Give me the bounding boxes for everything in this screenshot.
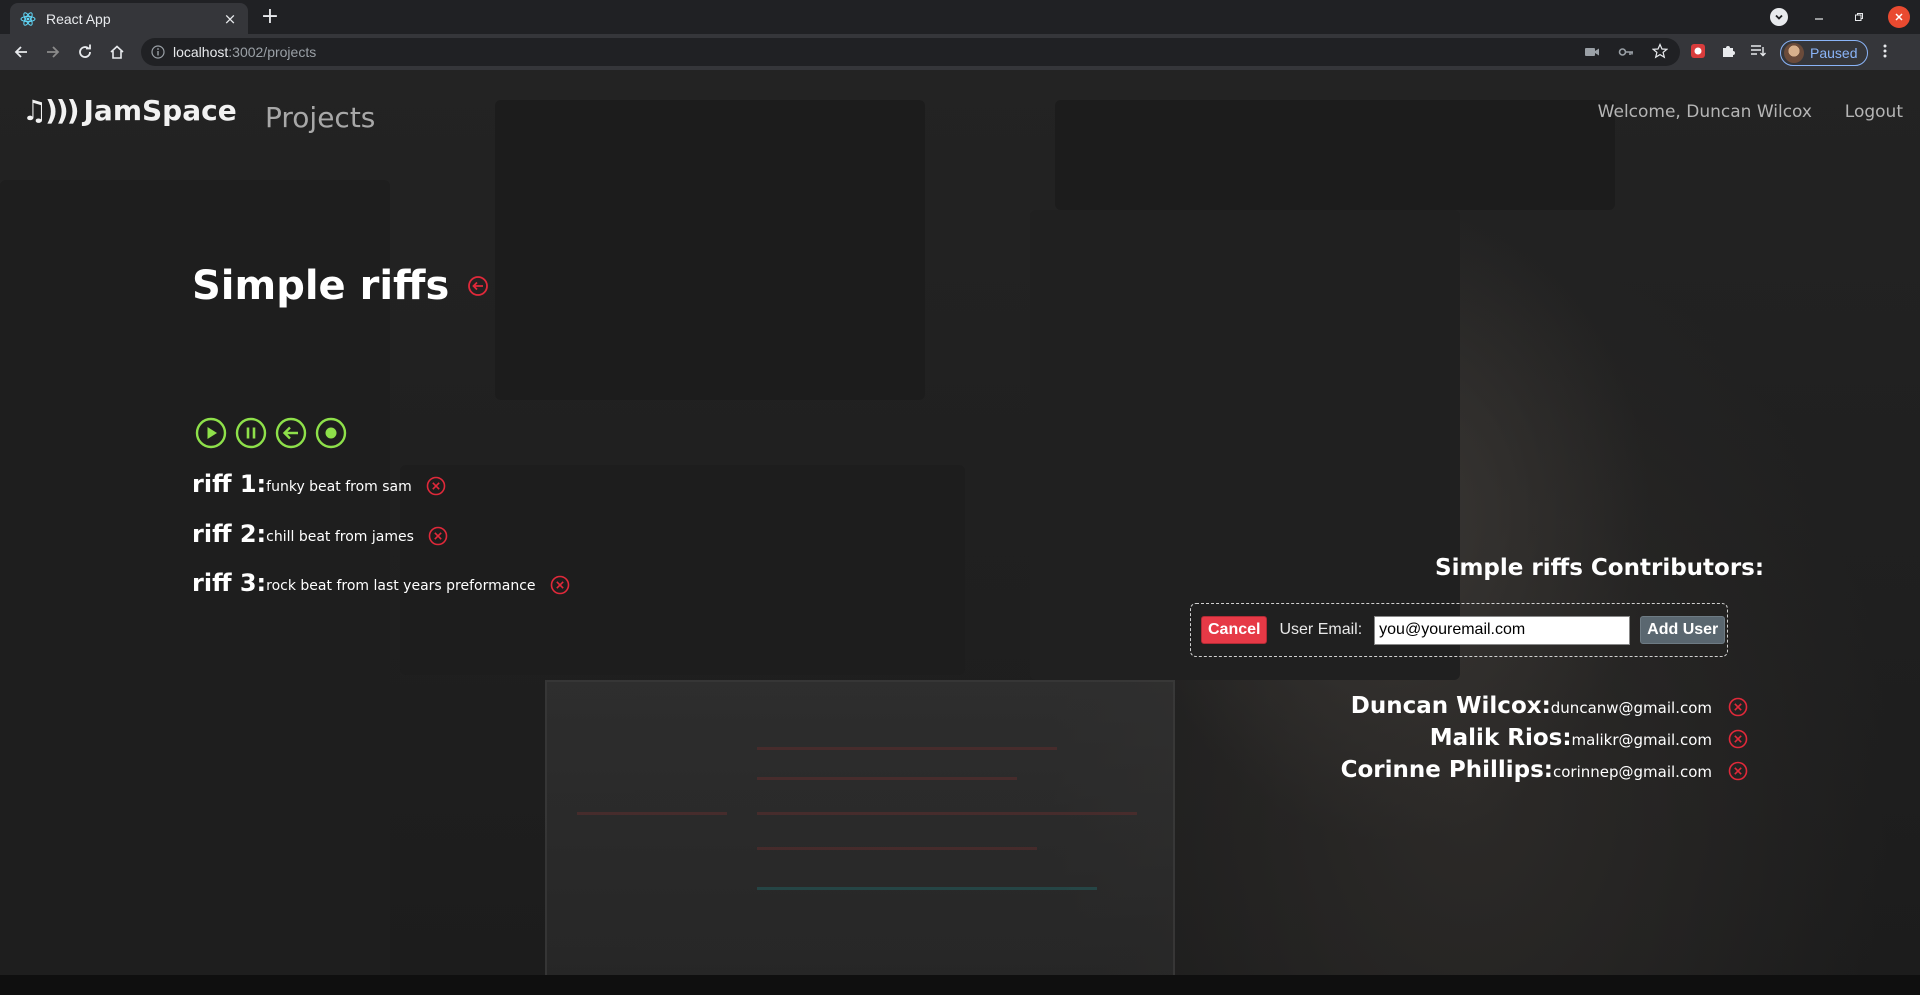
avatar: [1784, 43, 1804, 63]
contributor-name: Corinne Phillips:: [1340, 757, 1553, 783]
bookmark-star-icon[interactable]: [1651, 43, 1669, 63]
logout-link[interactable]: Logout: [1845, 102, 1903, 122]
riff-name: riff 1:: [192, 470, 267, 498]
site-info-icon[interactable]: [151, 45, 165, 59]
forward-arrow-icon[interactable]: [42, 41, 64, 63]
back-arrow-icon[interactable]: [10, 41, 32, 63]
contributor-email: malikr@gmail.com: [1571, 731, 1712, 749]
tab-search-icon[interactable]: [1768, 6, 1790, 28]
rewind-icon[interactable]: [275, 417, 307, 449]
delete-riff-icon[interactable]: [428, 526, 448, 546]
url-path: :3002/projects: [228, 44, 317, 60]
welcome-text: Welcome, Duncan Wilcox: [1597, 102, 1812, 122]
remove-contributor-icon[interactable]: [1728, 729, 1748, 749]
key-icon[interactable]: [1618, 44, 1634, 63]
home-icon[interactable]: [106, 41, 128, 63]
contributor-row: Duncan Wilcox: duncanw@gmail.com: [1350, 693, 1748, 719]
riff-description: chill beat from james: [266, 529, 414, 545]
extensions-puzzle-icon[interactable]: [1720, 43, 1736, 63]
browser-tab[interactable]: React App ×: [10, 3, 248, 34]
contributor-name: Malik Rios:: [1429, 725, 1572, 751]
url-host: localhost: [173, 44, 229, 60]
contributor-row: Corinne Phillips: corinnep@gmail.com: [1340, 757, 1748, 783]
restore-icon[interactable]: [1848, 6, 1870, 28]
camera-icon[interactable]: [1584, 44, 1600, 63]
project-title: Simple riffs: [192, 263, 489, 309]
riff-description: rock beat from last years preformance: [266, 578, 536, 594]
list-item: riff 3: rock beat from last years prefor…: [192, 569, 570, 597]
window-controls: [1768, 6, 1910, 28]
extensions-area: Paused: [1690, 40, 1888, 66]
browser-tab-bar: React App × +: [0, 0, 1920, 34]
profile-button[interactable]: Paused: [1780, 40, 1869, 66]
background-panel: [495, 100, 925, 400]
contributor-row: Malik Rios: malikr@gmail.com: [1429, 725, 1748, 751]
back-circle-icon[interactable]: [467, 275, 489, 297]
remove-contributor-icon[interactable]: [1728, 697, 1748, 717]
new-tab-button[interactable]: +: [258, 5, 282, 29]
list-item: riff 2: chill beat from james: [192, 520, 448, 548]
nav-projects-link[interactable]: Projects: [265, 101, 375, 134]
address-bar[interactable]: localhost :3002/projects: [141, 38, 1680, 66]
pause-icon[interactable]: [235, 417, 267, 449]
page-background: ♫))) JamSpace Projects Welcome, Duncan W…: [0, 70, 1920, 995]
list-item: riff 1: funky beat from sam: [192, 470, 446, 498]
brand-logo[interactable]: ♫))) JamSpace: [22, 94, 237, 127]
contributor-email: duncanw@gmail.com: [1550, 699, 1712, 717]
react-favicon-icon: [20, 11, 36, 27]
cancel-button[interactable]: Cancel: [1201, 616, 1268, 644]
tab-close-icon[interactable]: ×: [222, 10, 238, 28]
music-note-icon: ♫))): [22, 94, 79, 127]
project-title-text: Simple riffs: [192, 263, 450, 309]
background-laptop-screen: [545, 680, 1175, 995]
add-user-form: Cancel User Email: Add User: [1190, 603, 1728, 657]
background-panel: [1055, 100, 1615, 210]
contributor-email: corinnep@gmail.com: [1553, 763, 1712, 781]
email-label: User Email:: [1279, 621, 1363, 638]
brand-name: JamSpace: [83, 94, 237, 127]
riff-description: funky beat from sam: [266, 479, 412, 495]
riff-name: riff 2:: [192, 520, 267, 548]
extension-app-icon[interactable]: [1690, 43, 1706, 63]
reading-list-icon[interactable]: [1750, 43, 1766, 63]
minimize-icon[interactable]: [1808, 6, 1830, 28]
bottom-strip: [0, 975, 1920, 995]
tab-title: React App: [46, 10, 111, 27]
record-icon[interactable]: [315, 417, 347, 449]
window-close-icon[interactable]: [1888, 6, 1910, 28]
contributor-name: Duncan Wilcox:: [1350, 693, 1551, 719]
browser-menu-icon[interactable]: [1882, 43, 1888, 63]
riff-name: riff 3:: [192, 569, 267, 597]
contributors-title: Simple riffs Contributors:: [1435, 555, 1765, 581]
delete-riff-icon[interactable]: [550, 575, 570, 595]
email-field[interactable]: [1374, 615, 1631, 645]
remove-contributor-icon[interactable]: [1728, 761, 1748, 781]
delete-riff-icon[interactable]: [426, 476, 446, 496]
browser-toolbar: localhost :3002/projects Paused: [0, 34, 1920, 70]
profile-status: Paused: [1810, 45, 1858, 61]
playback-controls: [195, 417, 347, 449]
add-user-button[interactable]: Add User: [1640, 616, 1726, 644]
play-icon[interactable]: [195, 417, 227, 449]
reload-icon[interactable]: [74, 41, 96, 63]
